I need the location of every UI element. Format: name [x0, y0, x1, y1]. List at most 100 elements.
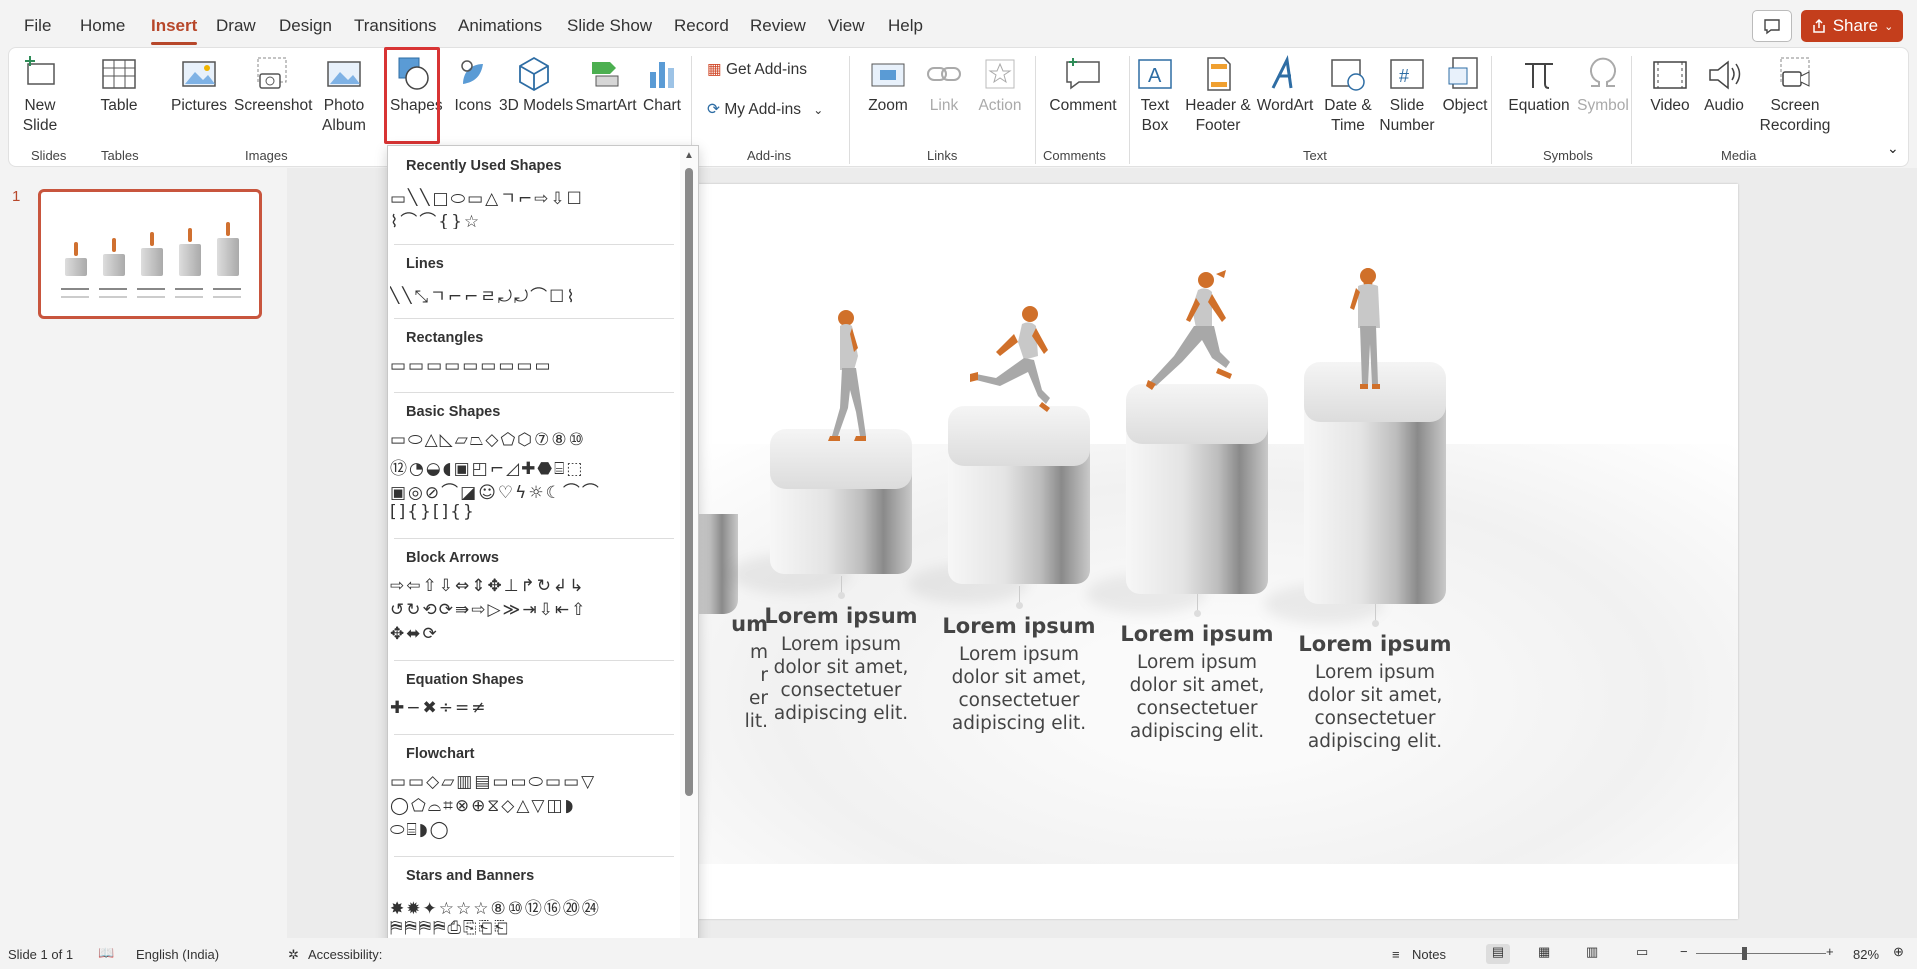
shape-row[interactable]: ◯⬠⌓⌗⊗⊕⧖◇△▽◫◗ [390, 796, 680, 818]
notes-button[interactable]: Notes [1412, 947, 1446, 962]
step-body: Lorem ipsum dolor sit amet, consectetuer… [1102, 651, 1292, 743]
equation-button[interactable]: Equation [1503, 54, 1575, 116]
menu-home[interactable]: Home [80, 16, 125, 36]
step-body-line: dolor sit amet, [1307, 685, 1443, 706]
section-recently-used: Recently Used Shapes [406, 158, 562, 174]
menu-design[interactable]: Design [279, 16, 332, 36]
shape-row[interactable]: ▭▭◇▱▥▤▭▭⬭▭▭▽ [390, 772, 680, 794]
thumbnail-figure [226, 222, 230, 236]
3d-models-button[interactable]: 3D Models [499, 54, 573, 116]
menu-help[interactable]: Help [888, 16, 923, 36]
step-block-2 [730, 429, 912, 594]
screenshot-button[interactable]: Screenshot [234, 54, 312, 116]
slide-show-icon[interactable]: ▭ [1636, 944, 1648, 960]
menu-insert[interactable]: Insert [151, 16, 198, 45]
normal-view-icon[interactable]: ▤ [1486, 944, 1510, 964]
shape-row[interactable]: ▭╲╲□⬭▭△ㄱ⌐⇨⇩☐ [390, 184, 680, 206]
shape-row[interactable]: ⛿⛿⛿⛿⎙⎘⎗⎗ [390, 918, 680, 940]
shape-row[interactable]: ✸✹✦☆☆☆⑧⑩⑫⑯⑳㉔ [390, 894, 680, 916]
step-caption-2: Lorem ipsum Lorem ipsum dolor sit amet, … [746, 604, 936, 725]
thumbnail-figure [74, 242, 78, 256]
video-icon [1653, 61, 1687, 89]
section-divider [394, 538, 674, 539]
zoom-slider-thumb[interactable] [1742, 947, 1747, 960]
shape-row[interactable]: ↺↻⟲⟳⇛⇨▷≫⇥⇩⇤⇧ [390, 600, 680, 622]
3d-models-label: 3D Models [499, 97, 574, 114]
header-footer-button[interactable]: Header & Footer [1183, 54, 1253, 136]
audio-button[interactable]: Audio [1699, 54, 1749, 116]
scrollbar-thumb[interactable] [685, 168, 693, 796]
step-body-line: dolor sit amet, [1129, 675, 1265, 696]
shapes-scrollbar[interactable]: ▲ ▼ [680, 146, 698, 963]
pictures-button[interactable]: Pictures [169, 54, 229, 116]
shape-row[interactable]: ✚−✖÷=≠ [390, 698, 680, 720]
new-slide-button[interactable]: New Slide [19, 54, 61, 136]
shape-row[interactable]: []{}[]{} [390, 502, 680, 524]
wordart-button[interactable]: WordArt [1253, 54, 1317, 116]
menu-review[interactable]: Review [750, 16, 806, 36]
table-button[interactable]: Table [99, 54, 139, 116]
action-button[interactable]: Action [977, 54, 1023, 116]
menu-transitions[interactable]: Transitions [354, 16, 437, 36]
scroll-up-icon[interactable]: ▲ [684, 150, 694, 161]
shape-row[interactable]: ⑫◔◒◖▣◰⌐◿✚⬣⌸⬚ [390, 454, 680, 476]
slide[interactable]: um m r er lit. Lorem ipsum Lorem ipsum d… [698, 184, 1738, 919]
smartart-button[interactable]: SmartArt [568, 54, 644, 116]
slide-sorter-icon[interactable]: ▦ [1538, 944, 1550, 960]
leader-line [838, 576, 845, 599]
comments-button[interactable] [1752, 10, 1792, 42]
addins-icon: ⟳ [707, 101, 720, 118]
chart-button[interactable]: Chart [637, 54, 687, 116]
text-box-button[interactable]: A Text Box [1135, 54, 1175, 136]
svg-text:A: A [1148, 65, 1162, 87]
slide-thumbnail[interactable] [38, 189, 262, 319]
icons-button[interactable]: Icons [450, 54, 496, 116]
menu-file[interactable]: File [24, 16, 51, 36]
reading-view-icon[interactable]: ▥ [1586, 944, 1598, 960]
menu-slide-show[interactable]: Slide Show [567, 16, 652, 36]
language-indicator[interactable]: English (India) [136, 947, 219, 962]
screen-recording-button[interactable]: Screen Recording [1757, 54, 1833, 136]
menu-animations[interactable]: Animations [458, 16, 542, 36]
shape-row[interactable]: ⬭⌸◗◯ [390, 820, 680, 842]
menu-draw[interactable]: Draw [216, 16, 256, 36]
symbol-button[interactable]: Symbol [1575, 54, 1631, 116]
pi-icon [1525, 63, 1553, 89]
video-button[interactable]: Video [1645, 54, 1695, 116]
step-body-line: consectetuer [958, 690, 1080, 711]
get-addins-button[interactable]: ▦ Get Add-ins [707, 60, 807, 80]
slide-number-button[interactable]: # Slide Number [1379, 54, 1435, 136]
omega-icon [1590, 57, 1616, 87]
object-button[interactable]: Object [1435, 54, 1495, 116]
shapes-gallery-dropdown: Recently Used Shapes ▭╲╲□⬭▭△ㄱ⌐⇨⇩☐ ⌇⌒⌒{}☆… [387, 145, 699, 964]
share-button[interactable]: Share ⌄ [1801, 10, 1903, 42]
my-addins-button[interactable]: ⟳ My Add-ins ⌄ [707, 100, 823, 120]
fit-slide-icon[interactable]: ⊕ [1893, 944, 1904, 960]
zoom-in-icon[interactable]: + [1826, 944, 1834, 959]
shape-row[interactable]: ✥⬌⟳ [390, 624, 680, 646]
shape-row[interactable]: ╲╲⤡ㄱ⌐⌐ㄹ⤾⤾⌒☐⌇ [390, 282, 680, 304]
collapse-ribbon-icon[interactable]: ⌄ [1887, 140, 1899, 157]
section-divider [394, 856, 674, 857]
date-time-button[interactable]: Date & Time [1321, 54, 1375, 136]
shape-row[interactable]: ▣◎⊘⌒◪☺♡ϟ☼☾⌒⌒ [390, 478, 680, 500]
zoom-slider[interactable] [1696, 953, 1826, 954]
accessibility-icon[interactable]: ✲ [288, 947, 299, 963]
zoom-button[interactable]: Zoom [865, 54, 911, 116]
link-button[interactable]: Link [924, 54, 964, 116]
shape-row[interactable]: ▭▭▭▭▭▭▭▭▭ [390, 356, 680, 378]
zoom-level[interactable]: 82% [1853, 947, 1879, 962]
step-body-line: Lorem ipsum [1136, 652, 1258, 673]
spelling-icon[interactable]: 📖 [98, 945, 114, 961]
shape-row[interactable]: ⌇⌒⌒{}☆ [390, 207, 680, 229]
menu-view[interactable]: View [828, 16, 865, 36]
notes-icon[interactable]: ≡ [1392, 947, 1400, 962]
shape-row[interactable]: ▭⬭△◺▱⏢◇⬠⬡⑦⑧⑩ [390, 430, 680, 452]
menu-record[interactable]: Record [674, 16, 729, 36]
shape-row[interactable]: ⇨⇦⇧⇩⇔⇕✥⊥↱↻↲↳ [390, 576, 680, 598]
accessibility-status[interactable]: Accessibility: [308, 947, 382, 962]
comment-button[interactable]: Comment [1041, 54, 1125, 116]
group-comments: Comments [1043, 148, 1106, 163]
zoom-out-icon[interactable]: − [1680, 944, 1688, 959]
photo-album-button[interactable]: Photo Album [317, 54, 371, 136]
